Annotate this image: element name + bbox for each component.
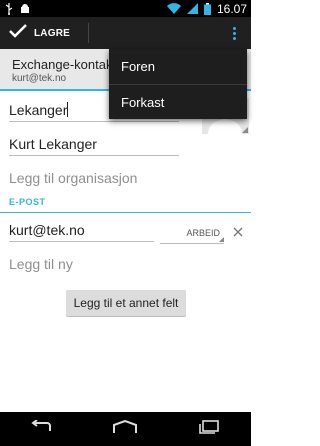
usb-icon [4,2,14,15]
overflow-menu-icon [232,26,236,40]
recent-apps-icon [198,419,220,439]
email-type-value: ARBEID [186,228,220,238]
checkmark-icon [8,23,28,44]
done-label: LAGRE [34,27,70,39]
organization-field[interactable]: Legg til organisasjon [9,170,244,189]
text-cursor [67,102,69,117]
close-icon [233,224,243,240]
status-left [4,2,30,15]
menu-item-discard[interactable]: Forkast [109,84,247,119]
email-type-spinner[interactable]: ARBEID [160,222,224,244]
organization-placeholder: Legg til organisasjon [9,170,138,186]
recent-apps-button[interactable] [189,414,229,444]
display-name-value: Kurt Lekanger [9,136,97,152]
done-button[interactable]: LAGRE [0,23,70,44]
status-right: 16.07 [166,1,247,16]
family-name-value: Lekanger [9,102,68,118]
home-icon [112,419,138,439]
email-field[interactable]: kurt@tek.no [9,222,154,242]
back-button[interactable] [22,414,62,444]
status-time: 16.07 [216,1,247,16]
overflow-menu: Foren Forkast [109,49,247,119]
avatar-shoulders [208,120,242,134]
spinner-triangle-icon [219,237,224,242]
overflow-menu-button[interactable] [217,17,251,49]
screen: 16.07 LAGRE Exchange-kontakt kurt@tek.no… [0,0,251,446]
home-button[interactable] [105,414,145,444]
email-value: kurt@tek.no [9,222,85,238]
add-new-email-field[interactable]: Legg til ny [9,256,244,275]
signal-icon [186,3,198,15]
photo-corner-triangle [242,127,248,133]
battery-icon [203,2,211,15]
status-bar: 16.07 [0,0,251,17]
add-new-email-placeholder: Legg til ny [9,256,73,272]
android-debug-icon [20,3,30,15]
email-section-rule [0,212,251,213]
display-name-field[interactable]: Kurt Lekanger [9,136,179,156]
menu-item-join[interactable]: Foren [109,49,247,84]
back-icon [30,418,54,439]
add-another-field-button[interactable]: Legg til et annet felt [66,290,186,316]
email-section-label: E-POST [9,197,46,207]
action-bar-divider [88,23,89,43]
remove-email-button[interactable] [228,222,248,242]
action-bar: LAGRE [0,17,251,49]
navigation-bar [0,412,251,446]
wifi-icon [166,3,181,15]
